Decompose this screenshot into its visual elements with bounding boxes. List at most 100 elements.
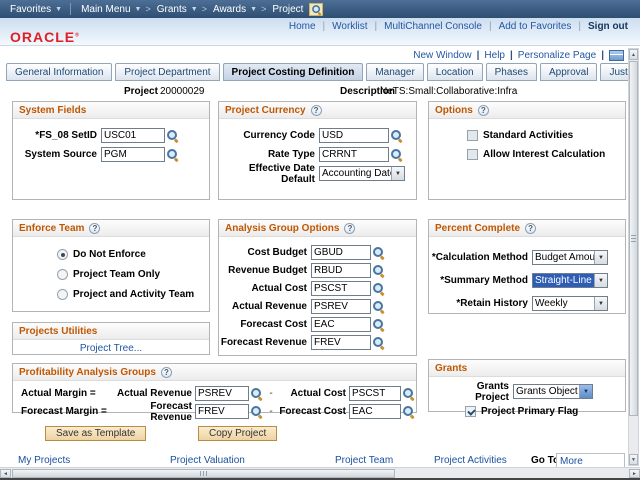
tab-project-department[interactable]: Project Department (115, 63, 219, 81)
help-link[interactable]: Help (484, 50, 505, 61)
lookup-icon[interactable] (372, 282, 385, 295)
breadcrumb-project[interactable]: Project (272, 4, 303, 15)
chevron-down-icon[interactable] (391, 167, 404, 180)
standard-activities-checkbox[interactable] (467, 130, 478, 141)
new-window-link[interactable]: New Window (413, 50, 471, 61)
chevron-down-icon: ▼ (250, 6, 257, 13)
tab-general-information[interactable]: General Information (6, 63, 112, 81)
lookup-icon[interactable] (402, 387, 415, 400)
cost-budget-input[interactable]: GBUD (311, 245, 371, 260)
chevron-down-icon[interactable] (594, 274, 607, 287)
tab-manager[interactable]: Manager (366, 63, 423, 81)
tab-location[interactable]: Location (427, 63, 483, 81)
lookup-icon[interactable] (166, 148, 179, 161)
chevron-down-icon[interactable] (594, 297, 607, 310)
sign-out-link[interactable]: Sign out (588, 21, 628, 32)
allow-interest-calculation-checkbox[interactable] (467, 149, 478, 160)
project-team-link[interactable]: Project Team (335, 455, 393, 466)
tab-project-costing-definition[interactable]: Project Costing Definition (223, 63, 364, 81)
breadcrumb-search-icon[interactable] (309, 3, 323, 16)
vertical-scrollbar[interactable]: ▲ ▼ (628, 48, 639, 466)
breadcrumb-awards[interactable]: Awards (213, 4, 246, 15)
personalize-layout-icon[interactable] (609, 50, 624, 61)
actual-revenue-input[interactable]: PSREV (311, 299, 371, 314)
grants-project-select[interactable]: Grants Object (513, 384, 593, 399)
rate-type-input[interactable]: CRRNT (319, 147, 389, 162)
summary-method-label: *Summary Method (429, 275, 532, 286)
fs08-setid-input[interactable]: USC01 (101, 128, 165, 143)
header-band: Home | Worklist | MultiChannel Console |… (0, 18, 640, 46)
help-icon[interactable] (344, 223, 355, 234)
lookup-icon[interactable] (402, 405, 415, 418)
actual-cost-input[interactable]: PSCST (311, 281, 371, 296)
lookup-icon[interactable] (390, 148, 403, 161)
project-primary-flag-checkbox[interactable] (465, 406, 476, 417)
multichannel-console-link[interactable]: MultiChannel Console (384, 21, 482, 32)
retain-history-select[interactable]: Weekly (532, 296, 608, 311)
calculation-method-select[interactable]: Budget Amou (532, 250, 608, 265)
chevron-down-icon[interactable] (594, 251, 607, 264)
scrollbar-grip (200, 471, 207, 476)
checkbox-row: Allow Interest Calculation (429, 147, 625, 162)
project-and-activity-team-radio[interactable] (57, 289, 68, 300)
help-icon[interactable] (478, 105, 489, 116)
group-box-profitability-analysis-groups: Profitability Analysis Groups Actual Mar… (12, 363, 417, 413)
tab-phases[interactable]: Phases (486, 63, 537, 81)
favorites-menu[interactable]: Favorites (10, 4, 51, 15)
help-icon[interactable] (89, 223, 100, 234)
chevron-down-icon[interactable] (579, 385, 592, 398)
home-link[interactable]: Home (289, 21, 316, 32)
field-row: Currency Code USD (219, 128, 416, 143)
goto-more-select[interactable]: More (556, 453, 625, 468)
revenue-budget-input[interactable]: RBUD (311, 263, 371, 278)
main-menu[interactable]: Main Menu (81, 4, 130, 15)
lookup-icon[interactable] (372, 318, 385, 331)
effective-date-default-select[interactable]: Accounting Date (319, 166, 405, 181)
lookup-icon[interactable] (372, 264, 385, 277)
lookup-icon[interactable] (372, 300, 385, 313)
forecast-cost-input[interactable]: EAC (311, 317, 371, 332)
scroll-down-icon[interactable]: ▼ (629, 454, 638, 465)
forecast-revenue-input[interactable]: FREV (311, 335, 371, 350)
currency-code-input[interactable]: USD (319, 128, 389, 143)
lookup-icon[interactable] (250, 387, 263, 400)
forecast-revenue-input[interactable]: FREV (195, 404, 249, 419)
worklist-link[interactable]: Worklist (332, 21, 367, 32)
help-icon[interactable] (525, 223, 536, 234)
vertical-scrollbar-thumb[interactable] (629, 61, 638, 416)
scroll-left-icon[interactable]: ◄ (0, 469, 11, 478)
actual-cost-label: Actual Cost (219, 283, 311, 294)
project-tree-link[interactable]: Project Tree... (13, 340, 209, 357)
forecast-cost-input[interactable]: EAC (349, 404, 401, 419)
system-source-input[interactable]: PGM (101, 147, 165, 162)
retain-history-label: *Retain History (429, 298, 532, 309)
horizontal-scrollbar[interactable]: ◄ ► (0, 467, 640, 478)
lookup-icon[interactable] (390, 129, 403, 142)
lookup-icon[interactable] (166, 129, 179, 142)
scroll-right-icon[interactable]: ► (629, 469, 640, 478)
lookup-icon[interactable] (250, 405, 263, 418)
scrollbar-grip (631, 235, 636, 242)
lookup-icon[interactable] (372, 336, 385, 349)
summary-method-select[interactable]: Straight-Line (532, 273, 608, 288)
actual-revenue-input[interactable]: PSREV (195, 386, 249, 401)
project-valuation-link[interactable]: Project Valuation (170, 455, 245, 466)
scroll-up-icon[interactable]: ▲ (629, 49, 638, 60)
horizontal-scrollbar-thumb[interactable] (12, 469, 395, 478)
group-box-options: Options Standard Activities Allow Intere… (428, 101, 626, 200)
tab-approval[interactable]: Approval (540, 63, 597, 81)
breadcrumb-grants[interactable]: Grants (157, 4, 187, 15)
lookup-icon[interactable] (372, 246, 385, 259)
project-team-only-radio[interactable] (57, 269, 68, 280)
help-icon[interactable] (161, 367, 172, 378)
help-icon[interactable] (311, 105, 322, 116)
actual-cost-input[interactable]: PSCST (349, 386, 401, 401)
copy-project-button[interactable]: Copy Project (198, 426, 277, 441)
personalize-page-link[interactable]: Personalize Page (518, 50, 596, 61)
my-projects-link[interactable]: My Projects (18, 455, 70, 466)
section-title: Analysis Group Options (225, 223, 339, 234)
save-as-template-button[interactable]: Save as Template (45, 426, 146, 441)
project-activities-link[interactable]: Project Activities (434, 455, 507, 466)
add-to-favorites-link[interactable]: Add to Favorites (499, 21, 572, 32)
do-not-enforce-radio[interactable] (57, 249, 68, 260)
